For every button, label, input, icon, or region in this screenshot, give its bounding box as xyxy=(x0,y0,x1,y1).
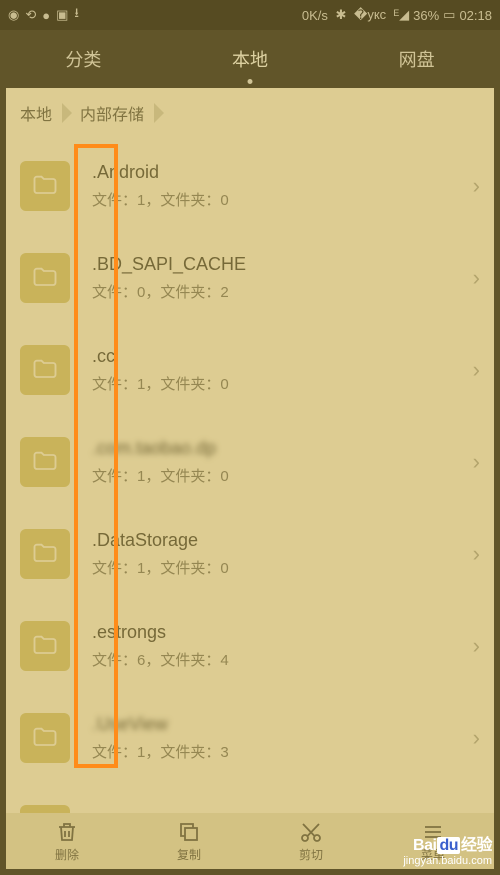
scissors-icon xyxy=(299,820,323,844)
crumb-local[interactable]: 本地 xyxy=(20,101,80,125)
file-info: .BD_SAPI_CACHE 文件：0，文件夹：2 xyxy=(92,254,473,302)
watermark: Baidu经验 jingyan.baidu.com xyxy=(403,831,492,867)
watermark-url: jingyan.baidu.com xyxy=(403,855,492,867)
file-info: .cc 文件：1，文件夹：0 xyxy=(92,346,473,394)
chevron-right-icon: › xyxy=(473,633,480,659)
folder-icon xyxy=(20,345,70,395)
folder-icon xyxy=(20,621,70,671)
crumb-internal[interactable]: 内部存储 xyxy=(80,101,172,125)
image-icon: ▣ xyxy=(56,7,68,23)
chevron-right-icon: › xyxy=(473,265,480,291)
folder-icon xyxy=(20,437,70,487)
folder-icon xyxy=(20,713,70,763)
status-left: ◉ ⟲ ● ▣ ⭳ xyxy=(8,4,79,26)
battery-percent: 36% xyxy=(413,8,439,23)
file-info: .com.taobao.dp 文件：1，文件夹：0 xyxy=(92,438,473,486)
battery-icon: ▭ xyxy=(443,7,455,23)
file-meta: 文件：6，文件夹：4 xyxy=(92,649,473,670)
sync-icon: ⟲ xyxy=(25,7,36,23)
trash-icon xyxy=(55,820,79,844)
file-name: .UseView xyxy=(92,714,473,735)
file-name: .com.taobao.dp xyxy=(92,438,473,459)
file-item[interactable]: .estrongs 文件：6，文件夹：4› xyxy=(6,600,494,692)
copy-icon xyxy=(177,820,201,844)
tab-local[interactable]: 本地 xyxy=(222,46,278,72)
delete-button[interactable]: 删除 xyxy=(55,820,79,863)
wifi-icon: �укс xyxy=(350,7,386,23)
file-name: .cc xyxy=(92,346,473,367)
file-info: .UseView 文件：1，文件夹：3 xyxy=(92,714,473,762)
tab-cloud[interactable]: 网盘 xyxy=(389,46,445,72)
file-meta: 文件：1，文件夹：0 xyxy=(92,557,473,578)
eye-icon: ◉ xyxy=(8,7,19,23)
file-meta: 文件：1，文件夹：0 xyxy=(92,465,473,486)
watermark-jy: 经验 xyxy=(461,837,492,854)
file-panel: 本地 内部存储 .Android文件：1，文件夹：0›.BD_SAPI_CACH… xyxy=(6,88,494,815)
watermark-bai: Bai xyxy=(413,837,436,854)
file-list: .Android文件：1，文件夹：0›.BD_SAPI_CACHE文件：0，文件… xyxy=(6,140,494,815)
tab-category[interactable]: 分类 xyxy=(55,46,111,72)
circle-icon: ● xyxy=(42,8,50,23)
file-item[interactable]: .Android 文件：1，文件夹：0› xyxy=(6,140,494,232)
file-name: .BD_SAPI_CACHE xyxy=(92,254,473,275)
file-name: .Android xyxy=(92,162,473,183)
bluetooth-icon: ✱ xyxy=(332,7,347,23)
file-item[interactable]: .CidConfig› xyxy=(6,784,494,815)
top-tabs: 分类 本地 网盘 xyxy=(0,30,500,88)
breadcrumb: 本地 内部存储 xyxy=(6,88,494,138)
file-name: .DataStorage xyxy=(92,530,473,551)
cut-button[interactable]: 剪切 xyxy=(299,820,323,863)
chevron-right-icon: › xyxy=(473,725,480,751)
folder-icon xyxy=(20,529,70,579)
file-name: .estrongs xyxy=(92,622,473,643)
file-item[interactable]: .cc 文件：1，文件夹：0› xyxy=(6,324,494,416)
net-speed: 0K/s xyxy=(302,8,328,23)
file-info: .DataStorage 文件：1，文件夹：0 xyxy=(92,530,473,578)
file-item[interactable]: .BD_SAPI_CACHE 文件：0，文件夹：2› xyxy=(6,232,494,324)
file-item[interactable]: .DataStorage 文件：1，文件夹：0› xyxy=(6,508,494,600)
copy-label: 复制 xyxy=(177,846,201,863)
status-right: 0K/s ✱ �укс ᴱ◢ 36% ▭ 02:18 xyxy=(302,7,492,23)
folder-icon xyxy=(20,161,70,211)
download-icon: ⭳ xyxy=(74,4,79,26)
folder-icon xyxy=(20,253,70,303)
delete-label: 删除 xyxy=(55,846,79,863)
chevron-right-icon: › xyxy=(473,173,480,199)
status-bar: ◉ ⟲ ● ▣ ⭳ 0K/s ✱ �укс ᴱ◢ 36% ▭ 02:18 xyxy=(0,0,500,30)
file-info: .estrongs 文件：6，文件夹：4 xyxy=(92,622,473,670)
chevron-right-icon: › xyxy=(473,357,480,383)
file-meta: 文件：1，文件夹：0 xyxy=(92,373,473,394)
copy-button[interactable]: 复制 xyxy=(177,820,201,863)
file-item[interactable]: .UseView 文件：1，文件夹：3› xyxy=(6,692,494,784)
chevron-right-icon: › xyxy=(473,449,480,475)
file-info: .Android 文件：1，文件夹：0 xyxy=(92,162,473,210)
chevron-right-icon: › xyxy=(473,541,480,567)
file-item[interactable]: .com.taobao.dp 文件：1，文件夹：0› xyxy=(6,416,494,508)
file-meta: 文件：1，文件夹：3 xyxy=(92,741,473,762)
clock: 02:18 xyxy=(459,8,492,23)
file-meta: 文件：0，文件夹：2 xyxy=(92,281,473,302)
file-meta: 文件：1，文件夹：0 xyxy=(92,189,473,210)
cut-label: 剪切 xyxy=(299,846,323,863)
watermark-du: du xyxy=(437,837,460,854)
signal-icon: ᴱ◢ xyxy=(390,7,409,23)
